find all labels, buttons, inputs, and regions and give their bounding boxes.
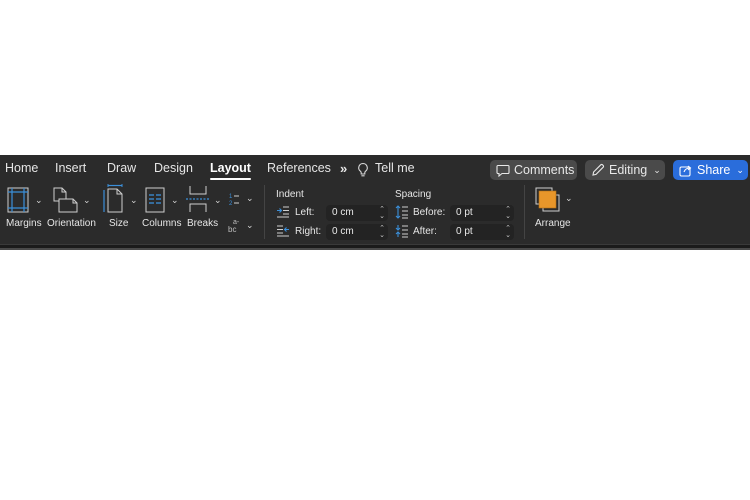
size-button[interactable]: ⌄ Size: [100, 184, 142, 232]
chevron-down-icon: ⌄: [171, 195, 179, 205]
tab-home[interactable]: Home: [5, 161, 38, 175]
size-label: Size: [109, 218, 129, 229]
group-divider: [264, 185, 265, 239]
spacing-before-icon: [395, 205, 409, 219]
chevron-down-icon: ⌄: [130, 195, 138, 205]
svg-text:1: 1: [229, 194, 233, 200]
line-numbers-icon: 12: [228, 192, 242, 206]
comments-label: Comments: [514, 163, 575, 177]
spacing-before-label: Before:: [413, 207, 446, 218]
chevron-down-icon: ⌄: [246, 193, 254, 203]
stepper-arrows[interactable]: ⌃ ⌄: [379, 205, 385, 220]
spacing-after-input[interactable]: 0 pt ⌃ ⌄: [450, 224, 514, 240]
spacing-after-icon: [395, 224, 409, 238]
margins-icon: [7, 187, 29, 213]
chevron-down-icon: ⌄: [83, 195, 91, 205]
page-size-icon: [102, 184, 124, 214]
tab-layout[interactable]: Layout: [210, 161, 251, 180]
tab-references[interactable]: References: [267, 161, 331, 175]
editing-label: Editing: [609, 163, 648, 177]
spacing-after-value: 0 pt: [456, 226, 473, 237]
hyphenation-icon: a-bc: [227, 217, 243, 233]
stepper-arrows[interactable]: ⌃ ⌄: [505, 205, 511, 220]
share-icon: [679, 164, 693, 177]
indent-left-icon: [276, 206, 290, 218]
stepper-arrows[interactable]: ⌃ ⌄: [379, 224, 385, 239]
margins-button[interactable]: ⌄ Margins: [4, 187, 46, 232]
chevron-down-icon: ⌄: [736, 164, 744, 175]
orientation-label: Orientation: [47, 218, 96, 229]
editing-mode-button[interactable]: Editing ⌄: [585, 160, 665, 180]
indent-right-icon: [276, 225, 290, 237]
share-button[interactable]: Share ⌄: [673, 160, 748, 180]
margins-label: Margins: [6, 218, 42, 229]
toolbar-bottom-border: [0, 244, 750, 250]
breaks-label: Breaks: [187, 218, 219, 229]
tab-design[interactable]: Design: [154, 161, 193, 175]
arrange-button[interactable]: ⌄ Arrange: [533, 187, 577, 232]
orientation-button[interactable]: ⌄ Orientation: [47, 187, 97, 232]
comments-button[interactable]: Comments: [490, 160, 577, 180]
chevron-down-icon: ⌄: [214, 195, 222, 205]
svg-text:bc: bc: [228, 225, 236, 233]
chevron-down-icon: ⌄: [565, 193, 573, 203]
indent-right-input[interactable]: 0 cm ⌃ ⌄: [326, 224, 388, 240]
arrange-label: Arrange: [535, 218, 571, 229]
svg-text:2: 2: [229, 201, 233, 206]
tab-insert[interactable]: Insert: [55, 161, 86, 175]
indent-right-value: 0 cm: [332, 226, 354, 237]
columns-button[interactable]: ⌄ Columns: [142, 187, 186, 232]
comment-icon: [496, 164, 510, 177]
group-divider: [524, 185, 525, 239]
indent-left-label: Left:: [295, 207, 315, 218]
orientation-icon: [53, 187, 79, 213]
breaks-button[interactable]: ⌄ Breaks: [185, 185, 225, 232]
hyphenation-button[interactable]: a-bc ⌄: [227, 217, 257, 235]
spacing-group-title: Spacing: [395, 189, 432, 200]
columns-icon: [145, 187, 165, 213]
spacing-before-value: 0 pt: [456, 207, 473, 218]
chevron-down-icon: ⌄: [246, 220, 254, 230]
lightbulb-icon: [357, 162, 369, 178]
spacing-after-label: After:: [413, 226, 437, 237]
arrange-icon: [535, 187, 561, 213]
tell-me-search[interactable]: Tell me: [375, 161, 415, 175]
breaks-icon: [185, 185, 211, 213]
tab-draw[interactable]: Draw: [107, 161, 136, 175]
indent-left-input[interactable]: 0 cm ⌃ ⌄: [326, 205, 388, 221]
chevron-down-icon: ⌄: [653, 164, 661, 175]
more-tabs-button[interactable]: »: [340, 161, 347, 176]
chevron-down-icon: ⌄: [35, 195, 43, 205]
spacing-before-input[interactable]: 0 pt ⌃ ⌄: [450, 205, 514, 221]
stepper-arrows[interactable]: ⌃ ⌄: [505, 224, 511, 239]
pencil-icon: [591, 163, 605, 177]
line-numbers-button[interactable]: 12 ⌄: [228, 192, 256, 208]
indent-group-title: Indent: [276, 189, 304, 200]
share-label: Share: [697, 163, 731, 177]
indent-right-label: Right:: [295, 226, 322, 237]
indent-left-value: 0 cm: [332, 207, 354, 218]
columns-label: Columns: [142, 218, 182, 229]
ribbon-toolbar: Home Insert Draw Design Layout Reference…: [0, 155, 750, 244]
